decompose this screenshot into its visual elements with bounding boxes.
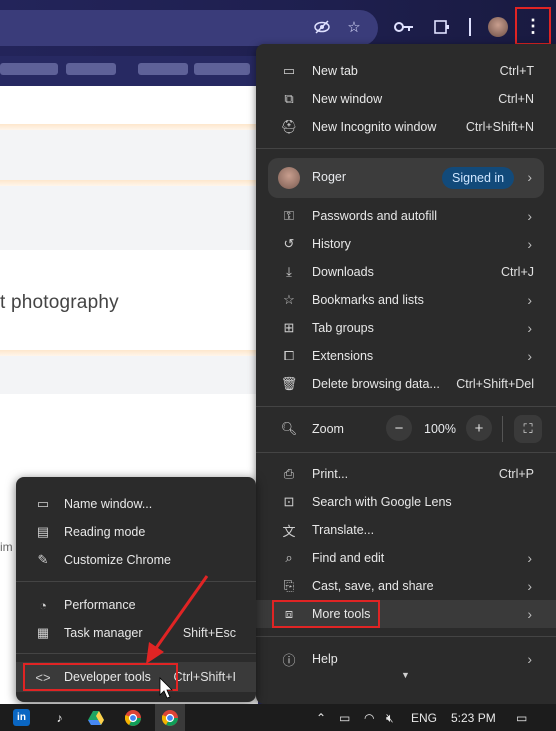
linkedin-icon[interactable]: in (13, 709, 30, 726)
volume-muted-icon[interactable]: 🔇︎ (386, 711, 394, 726)
google-drive-icon[interactable] (87, 709, 104, 726)
chevron-up-icon[interactable]: ⌃ (316, 711, 326, 725)
chrome-icon-active[interactable] (161, 709, 178, 726)
wifi-icon[interactable]: ◠ (364, 711, 374, 725)
tiktok-icon[interactable]: ♪ (51, 709, 68, 726)
notification-icon[interactable]: ▭ (516, 711, 527, 725)
mouse-cursor-icon (159, 677, 173, 699)
annotation-arrow (146, 575, 209, 699)
windows-taskbar: in ♪ ⌃ ▭ ◠ 🔇︎ ENG 5:23 PM ▭ (0, 704, 556, 731)
clock[interactable]: 5:23 PM (451, 711, 496, 725)
chrome-icon[interactable] (124, 709, 141, 726)
language-indicator[interactable]: ENG (411, 711, 437, 725)
battery-icon[interactable]: ▭ (339, 711, 350, 725)
